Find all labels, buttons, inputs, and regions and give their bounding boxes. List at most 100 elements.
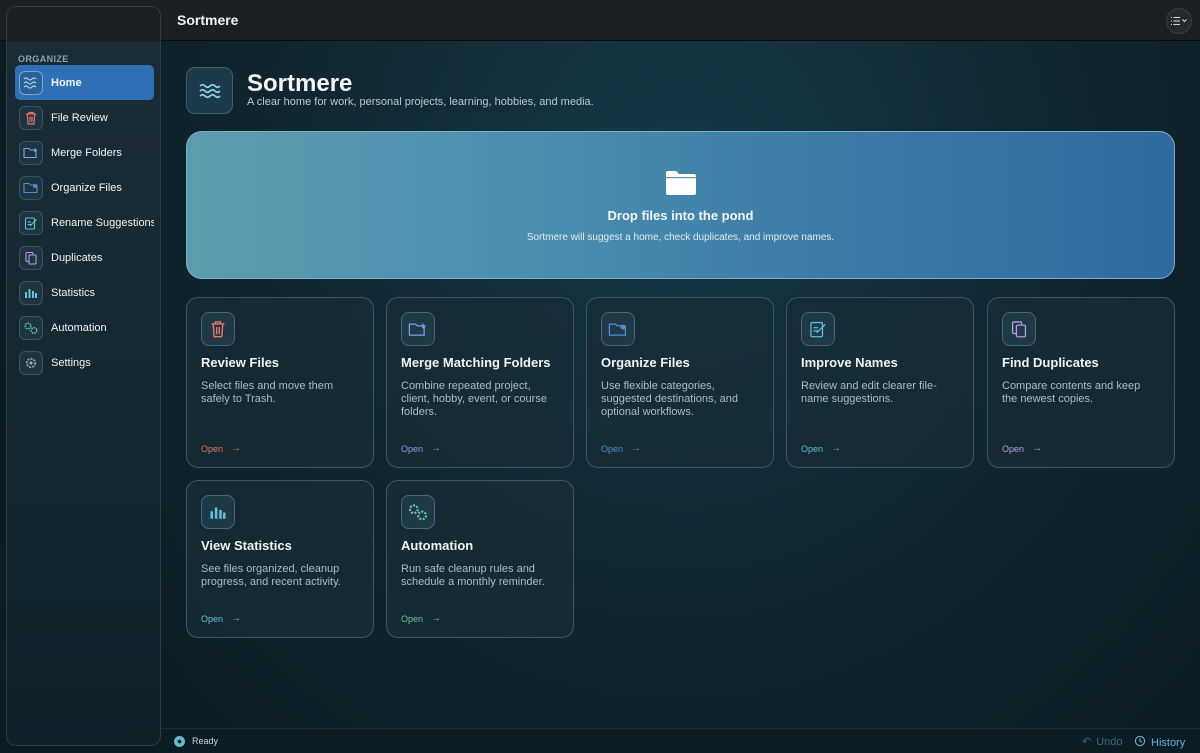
sidebar-item-settings[interactable]: Settings: [15, 345, 154, 380]
app-logo-waves-icon: [186, 67, 233, 114]
sidebar-item-label: Settings: [51, 356, 91, 369]
folder-icon: [19, 175, 43, 200]
card-automation[interactable]: Automation Run safe cleanup rules and sc…: [386, 480, 574, 638]
card-merge-matching-folders[interactable]: Merge Matching Folders Combine repeated …: [386, 297, 574, 468]
card-open-link[interactable]: Open →: [1002, 443, 1042, 454]
card-title: View Statistics: [201, 538, 292, 553]
sidebar-item-label: Merge Folders: [51, 146, 122, 159]
bar-chart-icon: [201, 495, 235, 529]
card-open-link[interactable]: Open →: [201, 613, 241, 624]
card-title: Merge Matching Folders: [401, 355, 551, 370]
open-label: Open: [601, 443, 624, 454]
page-title: Sortmere: [247, 70, 353, 97]
file-drop-zone[interactable]: Drop files into the pond Sortmere will s…: [186, 131, 1175, 279]
sidebar-item-label: Statistics: [51, 286, 96, 299]
arrow-right-icon: →: [831, 443, 842, 454]
card-view-statistics[interactable]: View Statistics See files organized, cle…: [186, 480, 374, 638]
sidebar-item-rename-suggestions[interactable]: Rename Suggestions: [15, 205, 154, 240]
sidebar-item-label: Automation: [51, 321, 107, 334]
sidebar-item-file-review[interactable]: File Review: [15, 100, 154, 135]
card-title: Organize Files: [601, 355, 690, 370]
sidebar-header: [7, 7, 160, 42]
list-options-icon: [1171, 16, 1187, 26]
status-bar: Ready ↶ Undo History: [162, 728, 1200, 753]
arrow-right-icon: →: [231, 443, 242, 454]
sidebar-section-heading: ORGANIZE: [18, 54, 69, 64]
card-review-files[interactable]: Review Files Select files and move them …: [186, 297, 374, 468]
card-open-link[interactable]: Open →: [601, 443, 641, 454]
sidebar-item-statistics[interactable]: Statistics: [15, 275, 154, 310]
sidebar-item-duplicates[interactable]: Duplicates: [15, 240, 154, 275]
folder-icon: [666, 171, 696, 195]
waves-icon: [19, 70, 43, 95]
card-description: Review and edit clearer file-name sugges…: [801, 380, 937, 405]
arrow-right-icon: →: [231, 613, 242, 624]
status-text: Ready: [192, 736, 219, 746]
copy-icon: [1002, 312, 1036, 346]
trash-icon: [19, 105, 43, 130]
history-button[interactable]: History: [1134, 735, 1185, 750]
open-label: Open: [401, 443, 424, 454]
arrow-right-icon: →: [431, 443, 442, 454]
bar-chart-icon: [19, 280, 43, 305]
trash-icon: [201, 312, 235, 346]
card-description: Select files and move them safely to Tra…: [201, 380, 334, 405]
sidebar-item-label: Duplicates: [51, 251, 103, 264]
status-ready-icon: [174, 736, 185, 747]
arrow-right-icon: →: [631, 443, 642, 454]
view-options-menu[interactable]: [1166, 8, 1192, 34]
sidebar-item-label: File Review: [51, 111, 108, 124]
copy-icon: [19, 245, 43, 270]
pencil-note-icon: [19, 210, 43, 235]
undo-icon: ↶: [1082, 736, 1092, 748]
sidebar-item-merge-folders[interactable]: Merge Folders: [15, 135, 154, 170]
card-description: Run safe cleanup rules and schedule a mo…: [401, 563, 545, 588]
folder-plus-icon: [401, 312, 435, 346]
gears-icon: [19, 315, 43, 340]
card-description: Use flexible categories, suggested desti…: [601, 380, 738, 418]
card-find-duplicates[interactable]: Find Duplicates Compare contents and kee…: [987, 297, 1175, 468]
open-label: Open: [201, 443, 224, 454]
sidebar-item-automation[interactable]: Automation: [15, 310, 154, 345]
card-description: See files organized, cleanup progress, a…: [201, 563, 341, 588]
card-open-link[interactable]: Open →: [801, 443, 841, 454]
arrow-right-icon: →: [1032, 443, 1043, 454]
folder-plus-icon: [19, 140, 43, 165]
drop-zone-title: Drop files into the pond: [607, 208, 754, 223]
pencil-note-icon: [801, 312, 835, 346]
history-label: History: [1151, 736, 1186, 749]
card-open-link[interactable]: Open →: [201, 443, 241, 454]
card-organize-files[interactable]: Organize Files Use flexible categories, …: [586, 297, 774, 468]
card-title: Improve Names: [801, 355, 898, 370]
main-content: Sortmere A clear home for work, personal…: [162, 41, 1200, 728]
sidebar-item-organize-files[interactable]: Organize Files: [15, 170, 154, 205]
undo-label: Undo: [1096, 735, 1123, 748]
window-title: Sortmere: [177, 12, 239, 28]
drop-zone-subtitle: Sortmere will suggest a home, check dupl…: [526, 232, 835, 243]
card-title: Review Files: [201, 355, 280, 370]
history-clock-icon: [1134, 735, 1146, 750]
open-label: Open: [401, 613, 424, 624]
sidebar: ORGANIZE Home File Review Merge Folders …: [6, 6, 161, 746]
folder-icon: [601, 312, 635, 346]
card-description: Compare contents and keep the newest cop…: [1002, 380, 1141, 405]
card-improve-names[interactable]: Improve Names Review and edit clearer fi…: [786, 297, 974, 468]
card-title: Automation: [401, 538, 474, 553]
undo-button[interactable]: ↶ Undo: [1082, 735, 1123, 749]
page-subtitle: A clear home for work, personal projects…: [247, 96, 594, 108]
title-bar: Sortmere: [0, 0, 1200, 41]
card-open-link[interactable]: Open →: [401, 443, 441, 454]
sidebar-nav: Home File Review Merge Folders Organize …: [15, 65, 154, 380]
open-label: Open: [801, 443, 824, 454]
open-label: Open: [1002, 443, 1025, 454]
gear-icon: [19, 350, 43, 375]
gears-icon: [401, 495, 435, 529]
sidebar-item-home[interactable]: Home: [15, 65, 154, 100]
arrow-right-icon: →: [431, 613, 442, 624]
open-label: Open: [201, 613, 224, 624]
sidebar-item-label: Home: [51, 76, 82, 89]
card-open-link[interactable]: Open →: [401, 613, 441, 624]
card-title: Find Duplicates: [1002, 355, 1099, 370]
sidebar-item-label: Organize Files: [51, 181, 122, 194]
card-description: Combine repeated project, client, hobby,…: [401, 380, 547, 418]
